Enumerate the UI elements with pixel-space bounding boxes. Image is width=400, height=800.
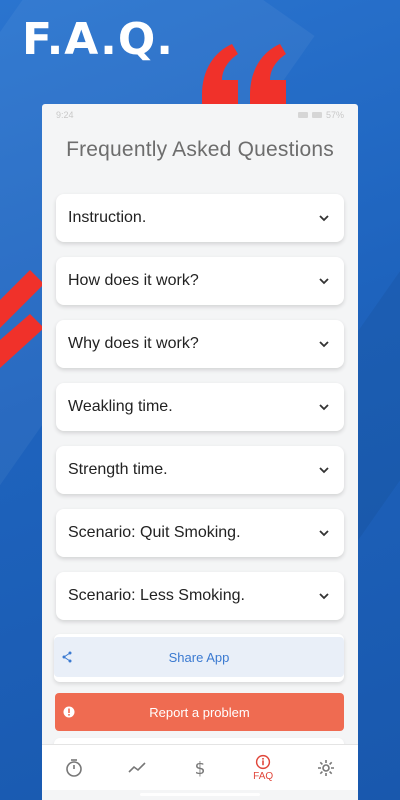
bottom-navigation: $ FAQ [42, 744, 358, 790]
wifi-icon [311, 112, 322, 118]
share-card: Share App [54, 634, 344, 682]
chevron-down-icon [319, 593, 329, 600]
faq-item-label: Strength time. [68, 461, 168, 478]
chevron-down-icon [319, 467, 329, 474]
faq-item-label: Scenario: Less Smoking. [68, 587, 245, 604]
chevron-down-icon [319, 215, 329, 222]
signal-icon [297, 112, 308, 118]
nav-faq-label: FAQ [253, 770, 274, 782]
faq-item-less-smoking[interactable]: Scenario: Less Smoking. [56, 572, 344, 620]
svg-text:$: $ [195, 759, 206, 778]
status-time: 9:24 [56, 110, 74, 120]
faq-item-strength-time[interactable]: Strength time. [56, 446, 344, 494]
faq-item-label: Scenario: Quit Smoking. [68, 524, 241, 541]
chart-trend-icon [128, 761, 146, 773]
decorative-stripes-icon [0, 270, 44, 368]
timer-icon [65, 758, 82, 777]
faq-item-why-it-works[interactable]: Why does it work? [56, 320, 344, 368]
report-problem-label: Report a problem [149, 704, 250, 720]
chevron-down-icon [319, 278, 329, 285]
dollar-icon: $ [195, 759, 206, 778]
nav-statistics[interactable] [112, 758, 162, 778]
report-problem-button[interactable]: Report a problem [55, 693, 344, 731]
faq-list: Instruction. How does it work? Why does … [56, 194, 344, 635]
home-indicator [140, 793, 260, 796]
share-app-button[interactable]: Share App [54, 637, 344, 677]
faq-item-weakling-time[interactable]: Weakling time. [56, 383, 344, 431]
promo-title: F.A.Q. [22, 14, 175, 65]
faq-item-instruction[interactable]: Instruction. [56, 194, 344, 242]
faq-item-label: Instruction. [68, 209, 147, 226]
chevron-down-icon [319, 530, 329, 537]
faq-item-label: Weakling time. [68, 398, 173, 415]
gear-icon [318, 759, 335, 776]
nav-timer[interactable] [49, 758, 99, 778]
page-title: Frequently Asked Questions [66, 138, 334, 161]
chevron-down-icon [319, 341, 329, 348]
battery-level: 57% [325, 110, 344, 120]
app-screen: 9:24 57% Frequently Asked Questions Inst… [42, 104, 358, 800]
nav-savings[interactable]: $ [175, 758, 225, 778]
info-icon [256, 754, 271, 769]
nav-faq[interactable]: FAQ [238, 754, 288, 782]
faq-item-label: How does it work? [68, 272, 199, 289]
faq-item-label: Why does it work? [68, 335, 199, 352]
share-app-label: Share App [168, 649, 230, 665]
faq-item-how-it-works[interactable]: How does it work? [56, 257, 344, 305]
chevron-down-icon [319, 404, 329, 411]
faq-item-quit-smoking[interactable]: Scenario: Quit Smoking. [56, 509, 344, 557]
nav-settings[interactable] [301, 758, 351, 778]
status-bar: 9:24 57% [42, 104, 358, 126]
share-icon [62, 651, 72, 663]
alert-circle-icon [63, 706, 75, 718]
